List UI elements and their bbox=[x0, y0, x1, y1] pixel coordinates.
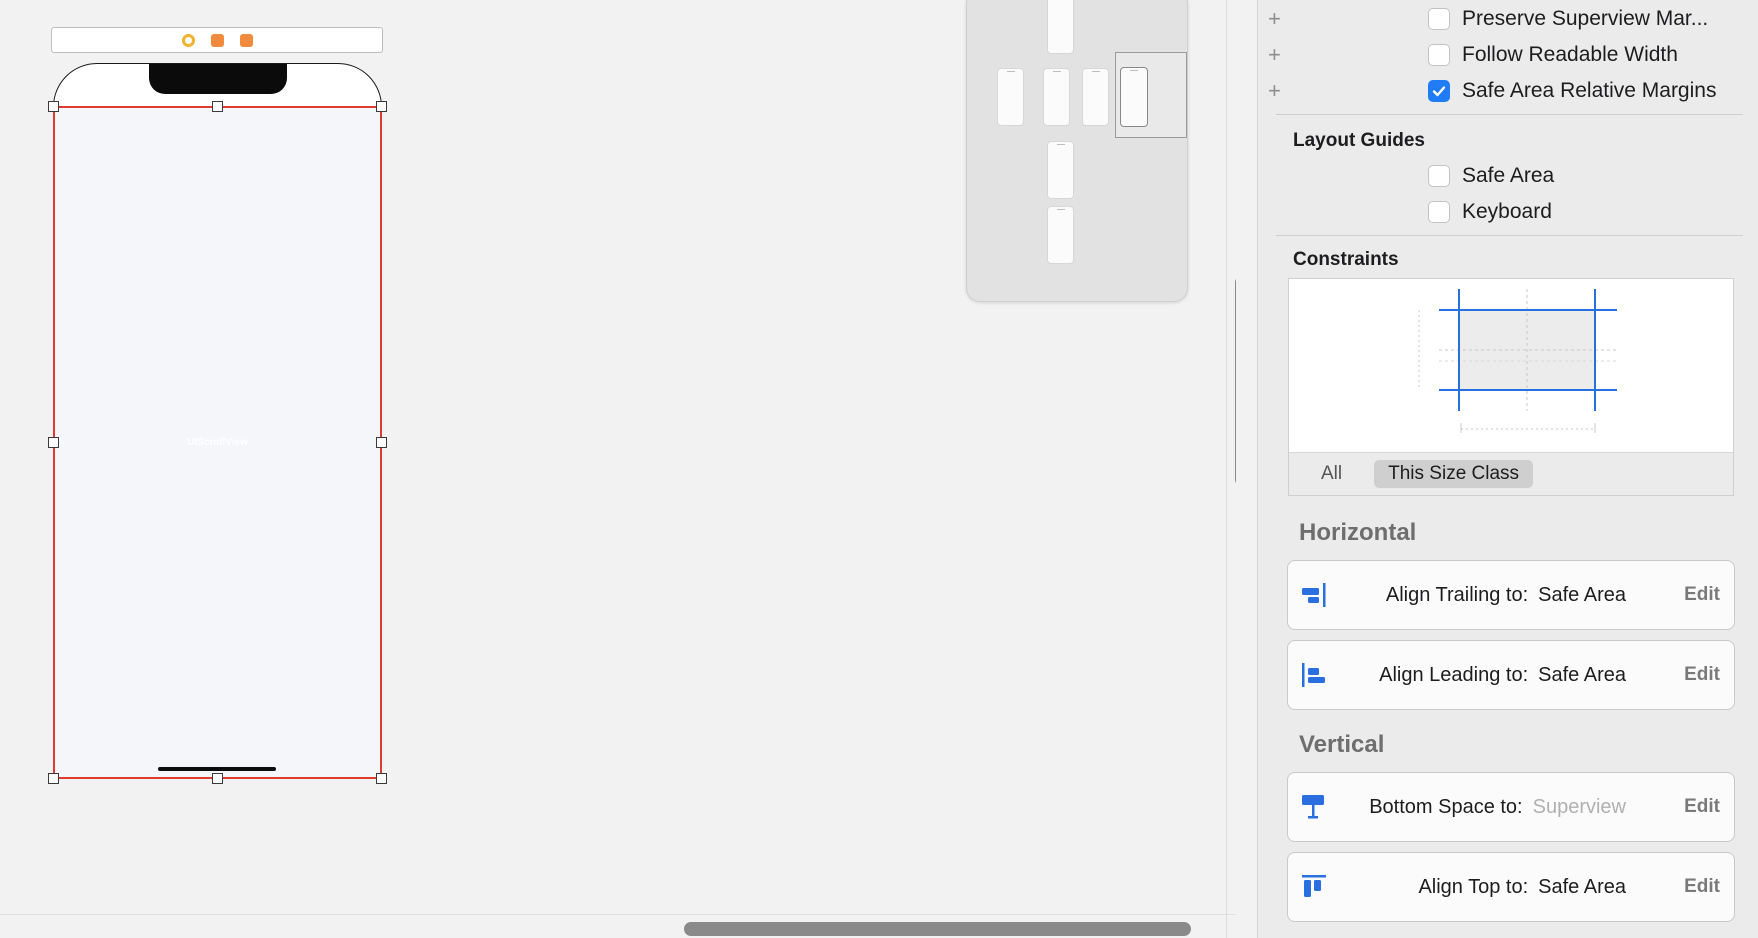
constraint-label: Align Top to: bbox=[1418, 875, 1529, 898]
safe-area-guide-checkbox[interactable] bbox=[1428, 165, 1450, 187]
checkbox-label: Follow Readable Width bbox=[1462, 43, 1678, 66]
constraint-card-align-trailing[interactable]: Align Trailing to: Safe Area Edit bbox=[1287, 560, 1735, 630]
edit-button[interactable]: Edit bbox=[1684, 561, 1720, 629]
size-class-segmented-control[interactable]: All This Size Class bbox=[1289, 452, 1733, 495]
checkbox-label: Preserve Superview Mar... bbox=[1462, 7, 1709, 30]
scene-dock[interactable] bbox=[51, 27, 383, 53]
constraint-text: Bottom Space to: Superview bbox=[1369, 773, 1626, 841]
horizontal-scrollbar[interactable] bbox=[684, 922, 1191, 936]
scroll-view[interactable]: UIScrollView bbox=[53, 106, 382, 779]
overview-thumb-selected[interactable] bbox=[1115, 52, 1187, 138]
margin-row-follow-readable[interactable]: + Follow Readable Width bbox=[1258, 38, 1758, 72]
resize-handle-bottom-left[interactable] bbox=[48, 773, 59, 784]
align-trailing-icon bbox=[1302, 583, 1326, 607]
horizontal-title: Horizontal bbox=[1299, 519, 1417, 546]
edit-button[interactable]: Edit bbox=[1684, 853, 1720, 921]
safe-area-relative-margins-checkbox[interactable] bbox=[1428, 80, 1450, 102]
scroll-view-label: UIScrollView bbox=[187, 437, 248, 448]
constraint-preview-icon bbox=[1418, 289, 1617, 433]
storyboard-overview[interactable] bbox=[966, 0, 1188, 302]
constraints-diagram[interactable]: All This Size Class bbox=[1288, 278, 1734, 496]
constraint-card-align-top[interactable]: Align Top to: Safe Area Edit bbox=[1287, 852, 1735, 922]
resize-handle-top[interactable] bbox=[212, 101, 223, 112]
segment-this-size-class[interactable]: This Size Class bbox=[1374, 460, 1534, 488]
canvas-divider bbox=[1226, 0, 1227, 938]
resize-handle-bottom[interactable] bbox=[212, 773, 223, 784]
overview-thumb[interactable] bbox=[1043, 68, 1070, 126]
constraint-target: Safe Area bbox=[1538, 875, 1626, 898]
layout-guide-safe-area-row[interactable]: Safe Area bbox=[1258, 159, 1758, 193]
edit-button[interactable]: Edit bbox=[1684, 773, 1720, 841]
segment-all[interactable]: All bbox=[1307, 460, 1356, 488]
separator bbox=[1276, 114, 1743, 115]
preserve-superview-margins-checkbox[interactable] bbox=[1428, 8, 1450, 30]
constraint-label: Bottom Space to: bbox=[1369, 795, 1523, 818]
constraint-text: Align Trailing to: Safe Area bbox=[1386, 561, 1626, 629]
overview-thumb[interactable] bbox=[1047, 0, 1074, 54]
checkbox-label: Keyboard bbox=[1462, 200, 1552, 223]
resize-handle-bottom-right[interactable] bbox=[376, 773, 387, 784]
constraint-label: Align Trailing to: bbox=[1385, 583, 1529, 606]
overview-thumb[interactable] bbox=[997, 68, 1024, 126]
vertical-title: Vertical bbox=[1299, 731, 1385, 758]
constraint-target: Safe Area bbox=[1538, 663, 1626, 686]
size-inspector: + Preserve Superview Mar... + Follow Rea… bbox=[1257, 0, 1758, 938]
layout-guides-title: Layout Guides bbox=[1293, 130, 1425, 151]
bottom-space-icon bbox=[1302, 795, 1324, 819]
overview-thumb[interactable] bbox=[1082, 68, 1109, 126]
constraint-card-align-leading[interactable]: Align Leading to: Safe Area Edit bbox=[1287, 640, 1735, 710]
home-indicator bbox=[158, 767, 276, 771]
checkbox-label: Safe Area bbox=[1462, 164, 1555, 187]
constraint-card-bottom-space[interactable]: Bottom Space to: Superview Edit bbox=[1287, 772, 1735, 842]
constraint-text: Align Top to: Safe Area bbox=[1418, 853, 1626, 921]
first-responder-icon[interactable] bbox=[210, 33, 224, 47]
resize-handle-left[interactable] bbox=[48, 437, 59, 448]
checkbox-label: Safe Area Relative Margins bbox=[1462, 79, 1717, 102]
exit-icon[interactable] bbox=[239, 33, 253, 47]
view-controller-icon[interactable] bbox=[181, 33, 195, 47]
checkmark-icon bbox=[1432, 86, 1446, 97]
layout-guide-keyboard-row[interactable]: Keyboard bbox=[1258, 195, 1758, 229]
constraint-label: Align Leading to: bbox=[1379, 663, 1529, 686]
align-leading-icon bbox=[1302, 663, 1325, 687]
storyboard-canvas[interactable]: UIScrollView bbox=[0, 0, 1236, 938]
resize-handle-top-right[interactable] bbox=[376, 101, 387, 112]
overview-thumb[interactable] bbox=[1047, 141, 1074, 199]
resize-handle-right[interactable] bbox=[376, 437, 387, 448]
constraint-text: Align Leading to: Safe Area bbox=[1379, 641, 1626, 709]
overview-thumb[interactable] bbox=[1120, 67, 1148, 127]
overview-thumb[interactable] bbox=[1047, 206, 1074, 264]
device-notch bbox=[149, 64, 287, 94]
keyboard-guide-checkbox[interactable] bbox=[1428, 201, 1450, 223]
constraint-target: Safe Area bbox=[1538, 583, 1626, 606]
vertical-scrollbar[interactable] bbox=[1235, 275, 1236, 487]
align-top-icon bbox=[1302, 875, 1326, 897]
add-variation-icon[interactable]: + bbox=[1268, 80, 1281, 102]
edit-button[interactable]: Edit bbox=[1684, 641, 1720, 709]
resize-handle-top-left[interactable] bbox=[48, 101, 59, 112]
constraint-target: Superview bbox=[1532, 795, 1626, 818]
follow-readable-width-checkbox[interactable] bbox=[1428, 44, 1450, 66]
margin-row-preserve-superview[interactable]: + Preserve Superview Mar... bbox=[1258, 2, 1758, 36]
add-variation-icon[interactable]: + bbox=[1268, 44, 1281, 66]
margin-row-safe-area-relative[interactable]: + Safe Area Relative Margins bbox=[1258, 74, 1758, 108]
constraints-title: Constraints bbox=[1293, 249, 1399, 270]
add-variation-icon[interactable]: + bbox=[1268, 8, 1281, 30]
separator bbox=[1276, 235, 1743, 236]
